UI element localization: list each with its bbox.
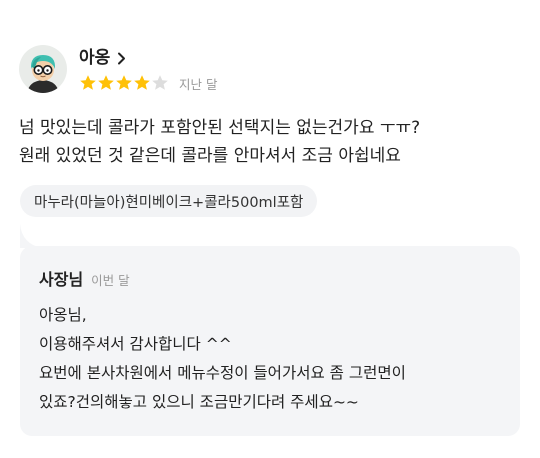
avatar[interactable]	[19, 45, 67, 93]
avatar-character-icon	[27, 55, 59, 93]
star-filled-icon	[134, 75, 150, 90]
author-name: 아옹	[79, 48, 111, 68]
reply-header: 사장님 이번 달	[39, 266, 130, 290]
reply-date: 이번 달	[91, 273, 130, 288]
review-text: 넘 맛있는데 콜라가 포함안된 선택지는 없는건가요 ㅜㅠ? 원래 있었던 것 …	[19, 114, 519, 170]
author-link[interactable]: 아옹	[79, 47, 217, 69]
reply-text: 아옹님, 이용해주셔서 감사합니다 ^^ 요번에 본사차원에서 메뉴수정이 들어…	[39, 301, 509, 417]
review-header: 아옹 지난 달	[19, 45, 217, 95]
star-rating	[79, 74, 169, 92]
chevron-right-icon	[118, 52, 126, 64]
star-filled-icon	[116, 75, 132, 90]
review-meta: 아옹 지난 달	[79, 47, 217, 93]
owner-reply: 사장님 이번 달 아옹님, 이용해주셔서 감사합니다 ^^ 요번에 본사차원에서…	[20, 246, 520, 436]
reply-text-line: 아옹님,	[39, 306, 87, 324]
menu-tag[interactable]: 마누라(마늘아)현미베이크+콜라500ml포함	[20, 185, 318, 217]
owner-name: 사장님	[39, 270, 84, 289]
reply-text-line: 요번에 본사차원에서 메뉴수정이 들어가서요 좀 그런면이	[39, 364, 406, 382]
star-filled-icon	[80, 75, 96, 90]
menu-tag-label: 마누라(마늘아)현미베이크+콜라500ml포함	[34, 194, 304, 211]
review-date: 지난 달	[179, 76, 218, 92]
rating-row: 지난 달	[79, 73, 217, 93]
reply-text-line: 이용해주셔서 감사합니다 ^^	[39, 335, 232, 353]
review-text-line: 넘 맛있는데 콜라가 포함안된 선택지는 없는건가요 ㅜㅠ?	[19, 118, 421, 138]
review-text-line: 원래 있었던 것 같은데 콜라를 안마셔서 조금 아쉽네요	[19, 146, 401, 166]
reply-bubble-tail	[20, 224, 60, 248]
review-card: 아옹 지난 달 넘 맛있는데 콜라가 포함안된 선택지는 없는건가요 ㅜㅠ? 원…	[0, 0, 540, 458]
star-filled-icon	[98, 75, 114, 90]
reply-text-line: 있죠?건의해놓고 있으니 조금만기다려 주세요~~	[39, 393, 359, 411]
star-empty-icon	[152, 75, 168, 90]
